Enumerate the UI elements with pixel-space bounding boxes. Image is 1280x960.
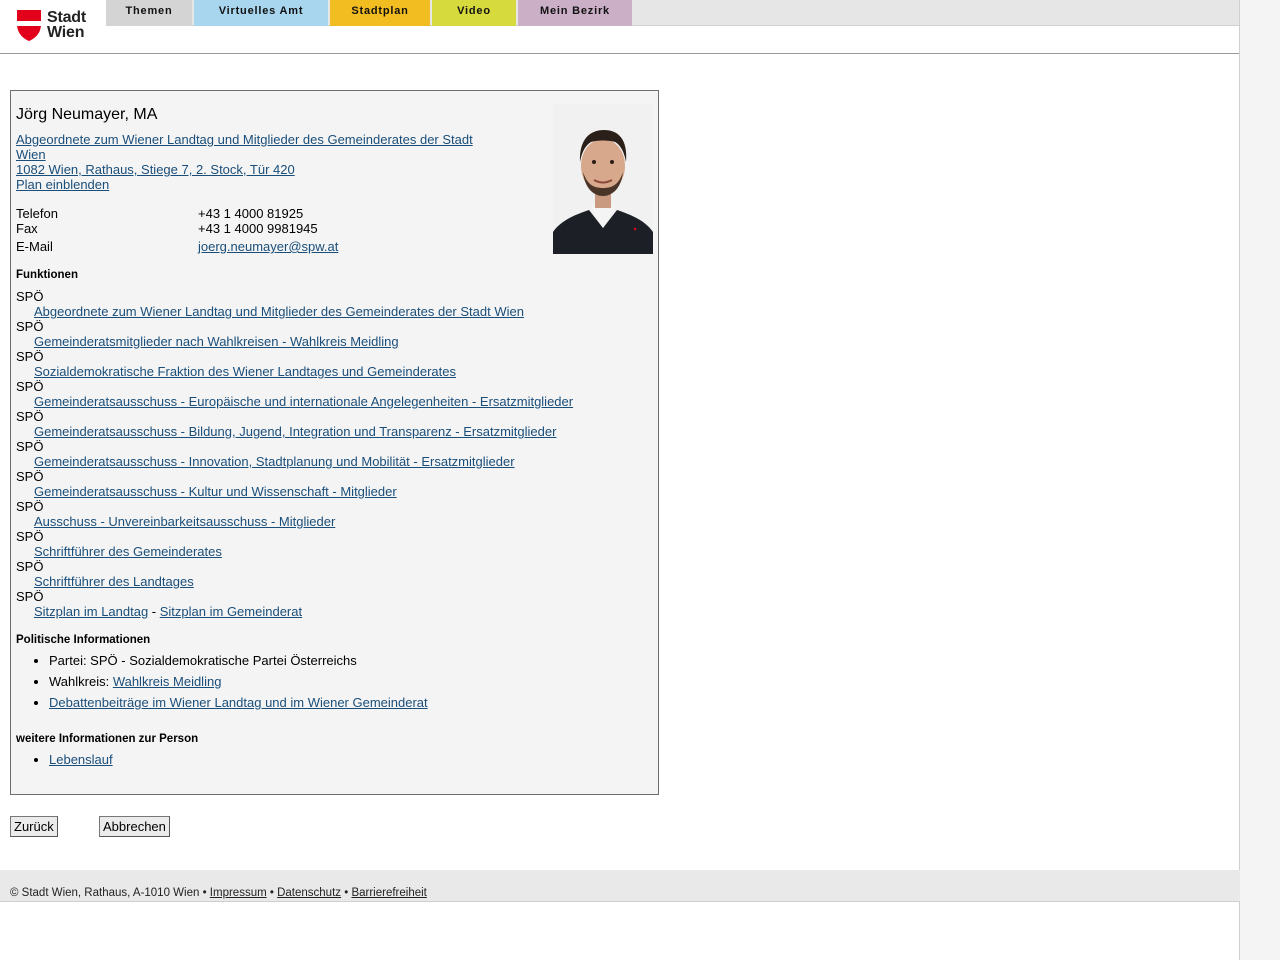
function-link[interactable]: Sozialdemokratische Fraktion des Wiener … [34,364,456,379]
function-link[interactable]: Gemeinderatsausschuss - Kultur und Wisse… [34,484,397,499]
tab-mein-bezirk[interactable]: Mein Bezirk [518,0,632,26]
more-info-list: Lebenslauf [11,750,113,771]
district-label: Wahlkreis: [49,674,113,689]
debate-link[interactable]: Debattenbeiträge im Wiener Landtag und i… [49,695,428,710]
cv-link[interactable]: Lebenslauf [49,752,113,767]
site-header: Stadt Wien Themen Virtuelles Amt Stadtpl… [0,0,1239,54]
page: Stadt Wien Themen Virtuelles Amt Stadtpl… [0,0,1240,960]
site-footer: © Stadt Wien, Rathaus, A-1010 Wien • Imp… [0,870,1240,902]
functions-heading: Funktionen [16,269,78,281]
tab-video[interactable]: Video [432,0,516,26]
function-party: SPÖ [16,409,44,424]
tab-themen[interactable]: Themen [106,0,192,26]
district-item: Wahlkreis: Wahlkreis Meidling [49,672,428,693]
function-link[interactable]: Gemeinderatsausschuss - Innovation, Stad… [34,454,515,469]
function-link[interactable]: Schriftführer des Landtages [34,574,194,589]
fax-label: Fax [16,221,38,236]
function-link[interactable]: Gemeinderatsausschuss - Europäische und … [34,394,573,409]
role-link-line2[interactable]: Wien [16,147,46,162]
function-link[interactable]: Ausschuss - Unvereinbarkeitsausschuss - … [34,514,335,529]
person-details-panel: Jörg Neumayer, MA Abgeordnete zum Wiener… [10,90,659,795]
function-link[interactable]: Abgeordnete zum Wiener Landtag und Mitgl… [34,304,524,319]
district-link[interactable]: Wahlkreis Meidling [113,674,222,689]
function-party: SPÖ [16,319,44,334]
footer-datenschutz-link[interactable]: Datenschutz [277,887,341,899]
party-item: Partei: SPÖ - Sozialdemokratische Partei… [49,651,428,672]
function-party: SPÖ [16,529,44,544]
footer-separator: • [341,887,352,899]
political-info-heading: Politische Informationen [16,634,151,646]
fax-value: +43 1 4000 9981945 [198,221,318,236]
debate-item: Debattenbeiträge im Wiener Landtag und i… [49,693,428,714]
more-info-heading: weitere Informationen zur Person [16,733,199,745]
function-link[interactable]: Schriftführer des Gemeinderates [34,544,222,559]
function-link[interactable]: Gemeinderatsausschuss - Bildung, Jugend,… [34,424,556,439]
cancel-button[interactable]: Abbrechen [99,816,170,837]
back-button[interactable]: Zurück [10,816,58,837]
footer-separator: • [199,887,210,899]
seating-plan-separator: - [148,604,160,619]
function-party: SPÖ [16,589,44,604]
function-party: SPÖ [16,289,44,304]
function-party: SPÖ [16,439,44,454]
seating-plan-gemeinderat-link[interactable]: Sitzplan im Gemeinderat [160,604,302,619]
function-party: SPÖ [16,499,44,514]
cv-item: Lebenslauf [49,750,113,771]
wien-coat-of-arms-icon [17,10,41,41]
footer-impressum-link[interactable]: Impressum [210,887,267,899]
email-link[interactable]: joerg.neumayer@spw.at [198,239,338,254]
footer-separator: • [266,887,278,899]
show-map-link[interactable]: Plan einblenden [16,177,109,192]
person-name: Jörg Neumayer, MA [16,106,158,123]
function-link[interactable]: Gemeinderatsmitglieder nach Wahlkreisen … [34,334,399,349]
portrait-photo [553,104,653,254]
stadt-wien-logo[interactable]: Stadt Wien [17,10,89,42]
logo-line-wien: Wien [47,24,85,41]
email-label: E-Mail [16,239,53,254]
political-info-list: Partei: SPÖ - Sozialdemokratische Partei… [11,651,428,714]
function-party: SPÖ [16,559,44,574]
phone-label: Telefon [16,206,58,221]
address-link[interactable]: 1082 Wien, Rathaus, Stiege 7, 2. Stock, … [16,162,295,177]
tab-stadtplan[interactable]: Stadtplan [330,0,430,26]
seating-plan-row: Sitzplan im Landtag - Sitzplan im Gemein… [34,604,302,619]
function-party: SPÖ [16,349,44,364]
footer-barrierefreiheit-link[interactable]: Barrierefreiheit [351,887,426,899]
function-party: SPÖ [16,379,44,394]
function-party: SPÖ [16,469,44,484]
logo-line-stadt: Stadt [47,9,87,26]
footer-text: © Stadt Wien, Rathaus, A-1010 Wien • Imp… [10,887,427,899]
seating-plan-landtag-link[interactable]: Sitzplan im Landtag [34,604,148,619]
footer-copyright: © Stadt Wien, Rathaus, A-1010 Wien [10,887,200,899]
tab-virtuelles-amt[interactable]: Virtuelles Amt [194,0,328,26]
role-link-line1[interactable]: Abgeordnete zum Wiener Landtag und Mitgl… [16,132,473,147]
phone-value: +43 1 4000 81925 [198,206,304,221]
